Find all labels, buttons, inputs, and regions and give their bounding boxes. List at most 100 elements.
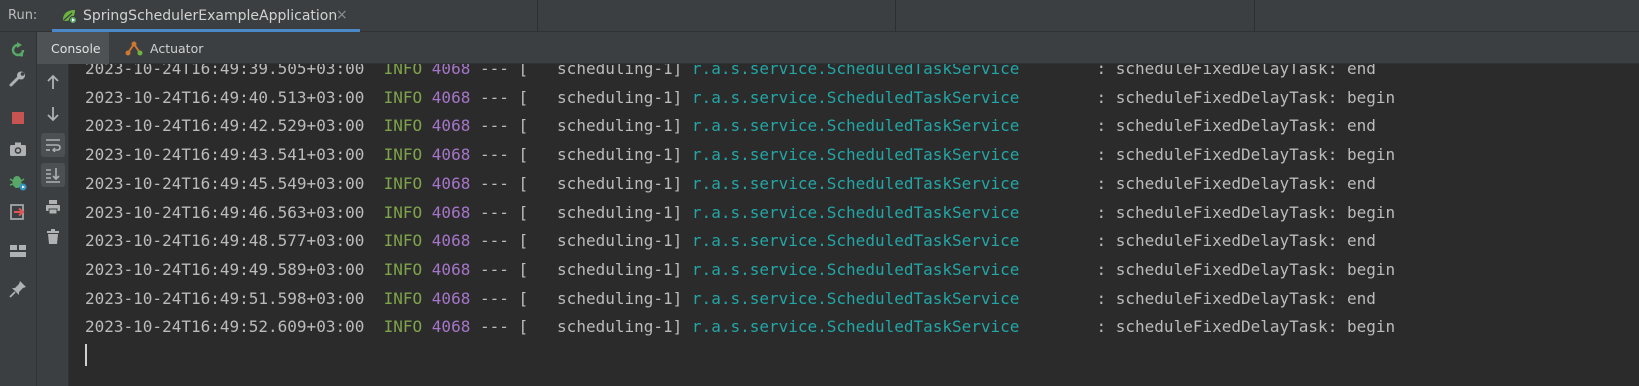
header-divider (537, 0, 538, 32)
log-pid: 4068 (431, 64, 471, 78)
log-line: 2023-10-24T16:49:49.589+03:00 INFO 4068 … (85, 260, 1395, 288)
log-thread: [ scheduling-1] (518, 64, 683, 78)
log-line: 2023-10-24T16:49:46.563+03:00 INFO 4068 … (85, 203, 1395, 231)
exit-icon[interactable] (8, 202, 28, 222)
log-message: : scheduleFixedDelayTask: begin (1096, 259, 1396, 279)
log-thread: [ scheduling-1] (518, 145, 683, 165)
log-message: : scheduleFixedDelayTask: begin (1096, 202, 1396, 222)
log-logger: r.a.s.service.ScheduledTaskService (691, 87, 1020, 107)
debug-bug-icon[interactable] (8, 172, 28, 192)
log-level: INFO (383, 231, 423, 251)
log-pid: 4068 (431, 288, 471, 308)
log-logger: r.a.s.service.ScheduledTaskService (691, 259, 1020, 279)
log-level: INFO (383, 173, 423, 193)
scroll-down-icon[interactable] (41, 102, 65, 126)
log-message: : scheduleFixedDelayTask: begin (1096, 317, 1396, 337)
log-pid: 4068 (431, 317, 471, 337)
layout-icon[interactable] (8, 241, 28, 261)
console-actions-toolbar (37, 64, 69, 386)
log-timestamp: 2023-10-24T16:49:39.505+03:00 (85, 64, 365, 78)
tab-console[interactable]: Console (37, 32, 109, 64)
tab-console-label: Console (51, 41, 101, 56)
log-message: : scheduleFixedDelayTask: end (1096, 64, 1376, 78)
log-level: INFO (383, 116, 423, 136)
log-pid: 4068 (431, 116, 471, 136)
log-line: 2023-10-24T16:49:51.598+03:00 INFO 4068 … (85, 289, 1376, 317)
run-tool-window-header: Run: SpringSchedulerExampleApplication × (0, 0, 1639, 32)
log-line: 2023-10-24T16:49:40.513+03:00 INFO 4068 … (85, 88, 1395, 116)
log-level: INFO (383, 87, 423, 107)
log-pid: 4068 (431, 259, 471, 279)
run-configuration-tab[interactable]: SpringSchedulerExampleApplication × (52, 0, 360, 32)
print-icon[interactable] (41, 195, 65, 219)
log-message: : scheduleFixedDelayTask: begin (1096, 145, 1396, 165)
actuator-icon (125, 40, 143, 56)
camera-icon[interactable] (8, 139, 28, 159)
log-separator: --- (479, 145, 509, 165)
log-separator: --- (479, 259, 509, 279)
log-pid: 4068 (431, 173, 471, 193)
scroll-to-end-icon[interactable] (41, 163, 65, 187)
scroll-up-icon[interactable] (41, 70, 65, 94)
log-level: INFO (383, 64, 423, 78)
log-level: INFO (383, 317, 423, 337)
log-message: : scheduleFixedDelayTask: end (1096, 116, 1376, 136)
log-level: INFO (383, 288, 423, 308)
log-thread: [ scheduling-1] (518, 288, 683, 308)
log-separator: --- (479, 288, 509, 308)
log-message: : scheduleFixedDelayTask: end (1096, 173, 1376, 193)
log-thread: [ scheduling-1] (518, 231, 683, 251)
log-logger: r.a.s.service.ScheduledTaskService (691, 317, 1020, 337)
log-logger: r.a.s.service.ScheduledTaskService (691, 231, 1020, 251)
log-logger: r.a.s.service.ScheduledTaskService (691, 173, 1020, 193)
log-pid: 4068 (431, 231, 471, 251)
log-logger: r.a.s.service.ScheduledTaskService (691, 64, 1020, 78)
tab-actuator[interactable]: Actuator (123, 32, 223, 64)
log-thread: [ scheduling-1] (518, 317, 683, 337)
log-logger: r.a.s.service.ScheduledTaskService (691, 145, 1020, 165)
log-pid: 4068 (431, 145, 471, 165)
console-output[interactable]: 2023-10-24T16:49:39.505+03:00 INFO 4068 … (70, 64, 1639, 386)
log-timestamp: 2023-10-24T16:49:45.549+03:00 (85, 173, 365, 193)
log-separator: --- (479, 173, 509, 193)
log-separator: --- (479, 231, 509, 251)
rerun-icon[interactable] (8, 40, 28, 60)
log-thread: [ scheduling-1] (518, 116, 683, 136)
close-tab-icon[interactable]: × (336, 7, 348, 23)
log-line: 2023-10-24T16:49:52.609+03:00 INFO 4068 … (85, 317, 1395, 345)
tab-actuator-label: Actuator (150, 41, 204, 56)
wrench-icon[interactable] (8, 69, 28, 89)
run-actions-toolbar (0, 32, 37, 386)
log-thread: [ scheduling-1] (518, 87, 683, 107)
log-timestamp: 2023-10-24T16:49:52.609+03:00 (85, 317, 365, 337)
log-message: : scheduleFixedDelayTask: end (1096, 288, 1376, 308)
log-logger: r.a.s.service.ScheduledTaskService (691, 288, 1020, 308)
pin-icon[interactable] (8, 279, 28, 299)
header-divider (895, 0, 896, 32)
log-level: INFO (383, 202, 423, 222)
log-thread: [ scheduling-1] (518, 173, 683, 193)
log-pid: 4068 (431, 202, 471, 222)
log-line: 2023-10-24T16:49:48.577+03:00 INFO 4068 … (85, 231, 1376, 259)
stop-icon[interactable] (8, 108, 28, 128)
log-timestamp: 2023-10-24T16:49:49.589+03:00 (85, 259, 365, 279)
trash-icon[interactable] (41, 225, 65, 249)
log-message: : scheduleFixedDelayTask: begin (1096, 87, 1396, 107)
log-level: INFO (383, 259, 423, 279)
log-line: 2023-10-24T16:49:42.529+03:00 INFO 4068 … (85, 116, 1376, 144)
log-separator: --- (479, 64, 509, 78)
log-timestamp: 2023-10-24T16:49:48.577+03:00 (85, 231, 365, 251)
console-tabs-bar: Console Actuator (37, 32, 1639, 64)
header-divider (1254, 0, 1255, 32)
log-line: 2023-10-24T16:49:43.541+03:00 INFO 4068 … (85, 145, 1395, 173)
log-timestamp: 2023-10-24T16:49:43.541+03:00 (85, 145, 365, 165)
log-pid: 4068 (431, 87, 471, 107)
soft-wrap-icon[interactable] (41, 133, 65, 157)
log-line: 2023-10-24T16:49:39.505+03:00 INFO 4068 … (85, 64, 1376, 87)
log-timestamp: 2023-10-24T16:49:42.529+03:00 (85, 116, 365, 136)
log-logger: r.a.s.service.ScheduledTaskService (691, 202, 1020, 222)
log-separator: --- (479, 116, 509, 136)
run-label: Run: (8, 8, 38, 23)
log-separator: --- (479, 317, 509, 337)
log-separator: --- (479, 87, 509, 107)
